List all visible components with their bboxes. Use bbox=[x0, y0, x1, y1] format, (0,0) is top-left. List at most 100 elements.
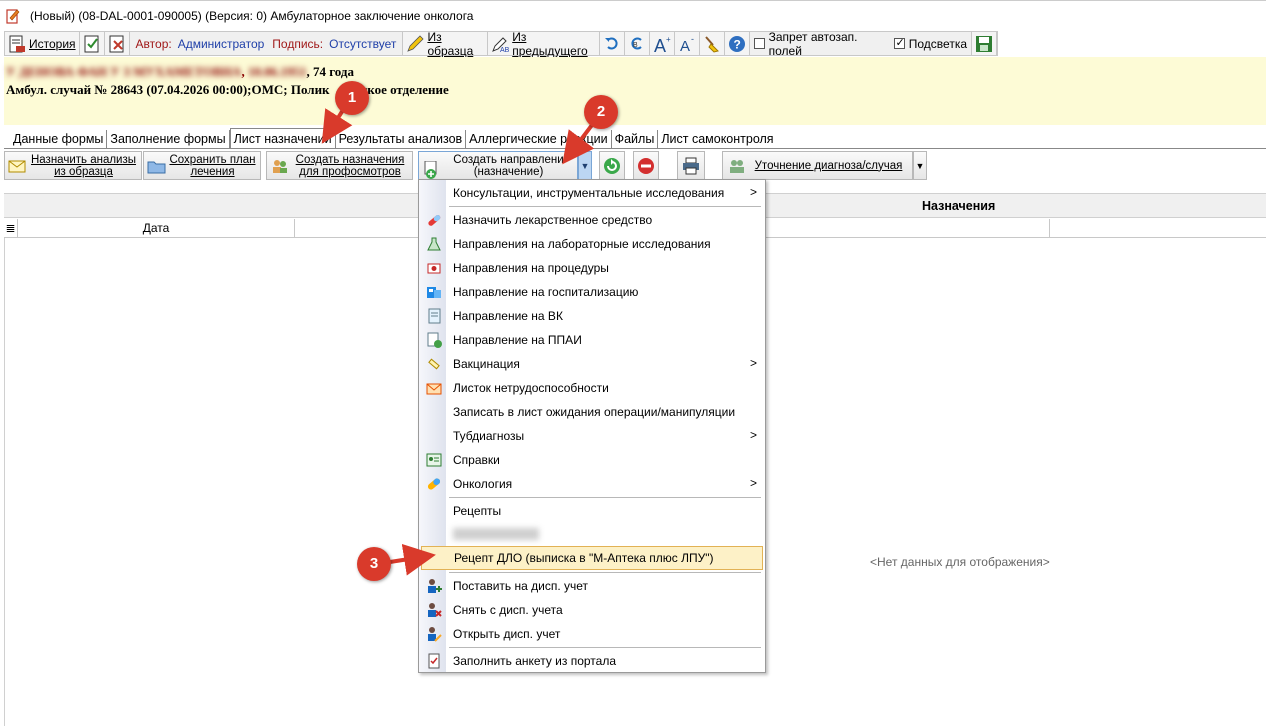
menu-item-disp-open[interactable]: Открыть дисп. учет bbox=[421, 622, 763, 646]
refresh-button[interactable] bbox=[599, 151, 625, 180]
svg-text:-: - bbox=[691, 35, 694, 44]
assign-tests-line2: из образца bbox=[54, 165, 113, 178]
printer-icon bbox=[682, 157, 700, 175]
menu-item-portal-survey[interactable]: Заполнить анкету из портала bbox=[421, 649, 763, 673]
from-template-button[interactable]: Из образца bbox=[402, 29, 489, 58]
menu-item-oncology[interactable]: Онкология > bbox=[421, 472, 763, 496]
menu-item-vaccination[interactable]: Вакцинация > bbox=[421, 352, 763, 376]
print-button[interactable] bbox=[677, 151, 705, 180]
column-chooser-icon[interactable]: ≣ bbox=[4, 219, 18, 237]
menu-item-blurred[interactable] bbox=[421, 522, 763, 546]
unsign-button[interactable] bbox=[104, 32, 130, 55]
patient-name: У ДЕНОВА ФАН У З МУХАМЕТОВНА, 10.06.1951… bbox=[6, 64, 354, 79]
svg-text:AB: AB bbox=[500, 47, 509, 53]
document-icon bbox=[426, 308, 442, 324]
svg-text:B: B bbox=[633, 42, 638, 49]
annotation-badge-3: 3 bbox=[357, 547, 391, 581]
redo-button[interactable]: B bbox=[625, 32, 651, 55]
clarify-diagnosis-dropdown[interactable]: ▼ bbox=[913, 151, 927, 180]
signature-label: Подпись: bbox=[272, 36, 324, 51]
form-check-icon bbox=[426, 653, 442, 669]
menu-item-disp-register[interactable]: Поставить на дисп. учет bbox=[421, 574, 763, 598]
tab-files[interactable]: Файлы bbox=[612, 130, 659, 148]
create-direction-line1: Создать направлени bbox=[453, 153, 564, 166]
font-decrease-button[interactable]: A- bbox=[675, 32, 701, 55]
font-decrease-icon: A- bbox=[678, 34, 696, 55]
autofill-ban-checkbox[interactable] bbox=[754, 38, 765, 49]
document-edit-icon bbox=[6, 8, 20, 24]
tab-prescriptions[interactable]: Лист назначений bbox=[229, 128, 336, 148]
envelope-icon bbox=[426, 380, 442, 396]
menu-item-dlo-recipe[interactable]: Рецепт ДЛО (выписка в "М-Аптека плюс ЛПУ… bbox=[421, 546, 763, 570]
menu-item-hospitalization[interactable]: Направление на госпитализацию bbox=[421, 280, 763, 304]
undo-button[interactable] bbox=[600, 32, 626, 55]
menu-item-tb-diagnoses[interactable]: Тубдиагнозы > bbox=[421, 424, 763, 448]
case-info-text: Амбул. случай № 28643 (07.04.2026 00:00)… bbox=[6, 82, 330, 97]
save-plan-line1: Сохранить план bbox=[169, 153, 256, 166]
sign-button[interactable] bbox=[79, 32, 105, 55]
help-button[interactable]: ? bbox=[725, 32, 751, 55]
from-template-label: Из образца bbox=[427, 29, 474, 58]
save-icon bbox=[975, 35, 993, 53]
highlight-checkbox[interactable] bbox=[894, 36, 905, 49]
save-button[interactable] bbox=[971, 32, 998, 55]
create-direction-menu: Консультации, инструментальные исследова… bbox=[418, 179, 766, 673]
form-tabs: Данные формы Заполнение формы Лист назна… bbox=[10, 128, 777, 149]
menu-item-consultations[interactable]: Консультации, инструментальные исследова… bbox=[421, 181, 763, 205]
people-green-icon bbox=[727, 157, 745, 175]
font-increase-button[interactable]: A + bbox=[650, 32, 676, 56]
menu-item-sick-leave[interactable]: Листок нетрудоспособности bbox=[421, 376, 763, 400]
svg-text:?: ? bbox=[734, 37, 741, 51]
menu-item-lab[interactable]: Направления на лабораторные исследования bbox=[421, 232, 763, 256]
chevron-down-icon: ▼ bbox=[580, 160, 590, 171]
chevron-down-icon: ▼ bbox=[915, 160, 925, 171]
menu-item-waiting-list[interactable]: Записать в лист ожидания операции/манипу… bbox=[421, 400, 763, 424]
menu-item-ppai[interactable]: Направление на ППАИ bbox=[421, 328, 763, 352]
tab-test-results[interactable]: Результаты анализов bbox=[336, 130, 467, 148]
menu-item-certificates[interactable]: Справки bbox=[421, 448, 763, 472]
autofill-ban-label: Запрет автозап. полей bbox=[768, 29, 858, 58]
from-previous-button[interactable]: AB Из предыдущего bbox=[488, 30, 601, 58]
clarify-diagnosis-button[interactable]: Уточнение диагноза/случая bbox=[722, 151, 913, 180]
copy-edit-icon: AB bbox=[491, 35, 510, 54]
tab-self-control[interactable]: Лист самоконтроля bbox=[658, 130, 776, 148]
author-label: Автор: bbox=[135, 36, 172, 51]
capsule-icon bbox=[426, 476, 442, 492]
create-prof-line2: для профосмотров bbox=[299, 165, 401, 178]
title-bar: (Новый) (08-DAL-0001-090005) (Версия: 0)… bbox=[0, 0, 1266, 30]
certificate-icon bbox=[426, 452, 442, 468]
signature-value: Отсутствует bbox=[329, 36, 397, 51]
user-add-icon bbox=[426, 578, 442, 594]
assign-tests-button[interactable]: Назначить анализы из образца bbox=[4, 151, 142, 180]
delete-button[interactable] bbox=[633, 151, 659, 180]
undo-icon bbox=[603, 35, 621, 53]
flask-icon bbox=[426, 236, 442, 252]
hospital-icon bbox=[426, 284, 442, 300]
svg-text:+: + bbox=[666, 35, 671, 44]
create-prof-button[interactable]: Создать назначения для профосмотров bbox=[266, 151, 413, 180]
create-direction-button[interactable]: Создать направлени (назначение) bbox=[418, 151, 578, 180]
chevron-right-icon: > bbox=[749, 185, 757, 199]
menu-item-disp-remove[interactable]: Снять с дисп. учета bbox=[421, 598, 763, 622]
menu-item-vk[interactable]: Направление на ВК bbox=[421, 304, 763, 328]
empty-grid-text: <Нет данных для отображения> bbox=[870, 555, 1050, 569]
save-plan-button[interactable]: Сохранить план лечения bbox=[143, 151, 261, 180]
tab-form-data[interactable]: Данные формы bbox=[10, 130, 108, 148]
patient-dob-hidden: 10.06.1951 bbox=[247, 64, 307, 79]
refresh-icon bbox=[603, 157, 621, 175]
create-direction-dropdown[interactable]: ▼ bbox=[578, 151, 592, 180]
menu-separator bbox=[449, 572, 761, 573]
menu-item-prescriptions[interactable]: Рецепты bbox=[421, 499, 763, 523]
menu-item-procedures[interactable]: Направления на процедуры bbox=[421, 256, 763, 280]
tab-form-fill[interactable]: Заполнение формы bbox=[107, 130, 230, 148]
annotation-badge-2: 2 bbox=[584, 95, 618, 129]
tab-allergies[interactable]: Аллергические реакции bbox=[466, 130, 612, 148]
menu-item-drug[interactable]: Назначить лекарственное средство bbox=[421, 208, 763, 232]
clear-button[interactable] bbox=[700, 32, 726, 55]
chevron-right-icon: > bbox=[749, 356, 757, 370]
patient-header: У ДЕНОВА ФАН У З МУХАМЕТОВНА, 10.06.1951… bbox=[4, 57, 1266, 125]
checklist-red-icon bbox=[108, 35, 126, 53]
column-date[interactable]: Дата bbox=[18, 219, 295, 237]
history-button[interactable]: История bbox=[5, 32, 80, 55]
column-extra[interactable] bbox=[1050, 219, 1266, 237]
